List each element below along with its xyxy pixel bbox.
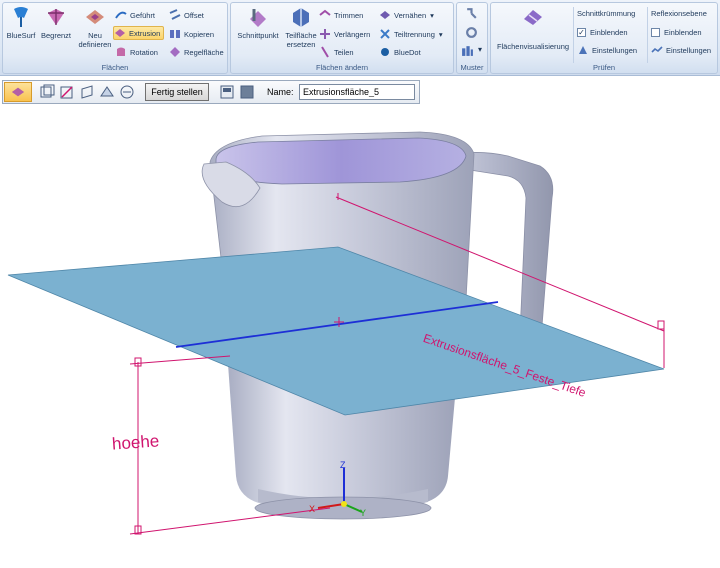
gefuehrt-button[interactable]: Geführt	[115, 8, 155, 22]
bluesurf-button[interactable]: BlueSurf	[5, 5, 37, 40]
options-step-icon[interactable]	[119, 84, 135, 100]
schnittkruemmung-einblenden-checkbox[interactable]: ✓ Einblenden	[577, 25, 628, 39]
caps-step-icon[interactable]	[99, 84, 115, 100]
axis-x-label: X	[309, 504, 315, 514]
group-label-flaechen-aendern: Flächen ändern	[315, 63, 369, 72]
muster-kreis-icon[interactable]	[465, 26, 478, 39]
flaechenvisualisierung-button[interactable]: Flächenvisualisierung	[493, 5, 573, 51]
offset-icon	[169, 9, 181, 20]
offset-button[interactable]: Offset	[169, 8, 204, 22]
3d-viewport[interactable]: Z X Y hoehe Extrusionsfläche_5_Feste_Tie…	[0, 106, 720, 568]
group-flaechen: BlueSurf Begrenzt Neu definieren Geführt…	[2, 2, 228, 74]
reflexionsebene-einblenden-checkbox[interactable]: Einblenden	[651, 25, 702, 39]
axis-y-label: Y	[360, 508, 366, 518]
settings-icon	[579, 46, 587, 54]
extrusion-button[interactable]: Extrusion	[113, 26, 165, 40]
muster-kurve-icon[interactable]	[461, 44, 474, 57]
teiltrennung-icon	[380, 29, 390, 39]
gefuehrt-icon	[115, 11, 127, 19]
reflection-plane-icon	[651, 46, 663, 53]
trimmen-icon	[319, 9, 331, 16]
verlaengern-icon	[320, 29, 330, 39]
schnittkruemmung-label: Schnittkrümmung	[577, 8, 636, 18]
name-label: Name:	[267, 87, 294, 97]
save-icon[interactable]	[219, 84, 235, 100]
group-flaechen-aendern: Schnittpunkt Teilfläche ersetzen Trimmen…	[230, 2, 454, 74]
axis-z-label: Z	[340, 460, 346, 470]
schnittkruemmung-einstellungen-button[interactable]: Einstellungen	[577, 43, 637, 57]
bluesurf-icon	[14, 7, 28, 27]
flaechenvisualisierung-icon	[524, 10, 542, 25]
separator	[573, 7, 574, 63]
neu-definieren-icon	[86, 10, 104, 24]
ribbon: BlueSurf Begrenzt Neu definieren Geführt…	[0, 0, 720, 76]
reflexionsebene-einstellungen-button[interactable]: Einstellungen	[651, 43, 711, 57]
trimmen-button[interactable]: Trimmen	[319, 8, 363, 22]
vernaehen-button[interactable]: Vernähen ▾	[379, 8, 434, 22]
extrusion-icon	[115, 29, 125, 37]
begrenzt-button[interactable]: Begrenzt	[39, 5, 73, 40]
teilflaeche-ersetzen-icon	[293, 8, 309, 27]
checkbox-checked[interactable]: ✓	[577, 27, 586, 37]
group-muster: ▾ Muster	[456, 2, 488, 74]
muster-rechteck-icon[interactable]	[465, 7, 478, 20]
bluedot-button[interactable]: BlueDot	[379, 45, 421, 59]
reflexionsebene-label: Reflexionsebene	[651, 8, 707, 18]
teilen-icon	[321, 46, 329, 58]
schnittpunkt-button[interactable]: Schnittpunkt	[233, 5, 283, 40]
teiltrennung-button[interactable]: Teiltrennung ▾	[379, 27, 443, 41]
bluedot-icon	[381, 48, 389, 56]
extrusion-icon	[11, 87, 25, 97]
kopieren-button[interactable]: Kopieren	[169, 27, 214, 41]
direction-step-icon[interactable]	[59, 84, 75, 100]
separator	[647, 7, 648, 63]
schnittpunkt-icon	[250, 9, 266, 27]
rotation-button[interactable]: Rotation	[115, 45, 158, 59]
command-bar: Fertig stellen Name:	[2, 80, 420, 104]
group-pruefen: Flächenvisualisierung Schnittkrümmung ✓ …	[490, 2, 718, 74]
neu-definieren-button[interactable]: Neu definieren	[77, 5, 113, 49]
teilflaeche-ersetzen-button[interactable]: Teilfläche ersetzen	[283, 5, 319, 49]
height-dimension-label[interactable]: hoehe	[111, 431, 160, 454]
dropdown-arrow-icon: ▾	[430, 10, 434, 20]
rotation-icon	[117, 47, 125, 56]
dropdown-arrow-icon: ▾	[438, 29, 443, 39]
checkbox-unchecked[interactable]	[651, 27, 660, 37]
dropdown-arrow-icon[interactable]: ▾	[478, 45, 482, 54]
name-input[interactable]	[299, 84, 415, 100]
vernaehen-icon	[380, 11, 390, 19]
model-view: Z X Y	[7, 131, 665, 535]
verlaengern-button[interactable]: Verlängern	[319, 27, 370, 41]
group-label-flaechen: Flächen	[101, 63, 129, 72]
kopieren-icon	[170, 30, 180, 38]
cancel-icon[interactable]	[239, 84, 255, 100]
finish-button[interactable]: Fertig stellen	[145, 83, 209, 101]
profile-step-icon[interactable]	[79, 84, 95, 100]
regelflaeche-icon	[170, 47, 180, 57]
begrenzt-icon	[48, 9, 64, 25]
group-label-muster: Muster	[460, 63, 484, 72]
group-label-pruefen: Prüfen	[592, 63, 616, 72]
extent-step-icon[interactable]	[39, 84, 55, 100]
regelflaeche-button[interactable]: Regelfläche	[169, 45, 224, 59]
teilen-button[interactable]: Teilen	[319, 45, 354, 59]
extrusion-step-button[interactable]	[4, 82, 32, 102]
